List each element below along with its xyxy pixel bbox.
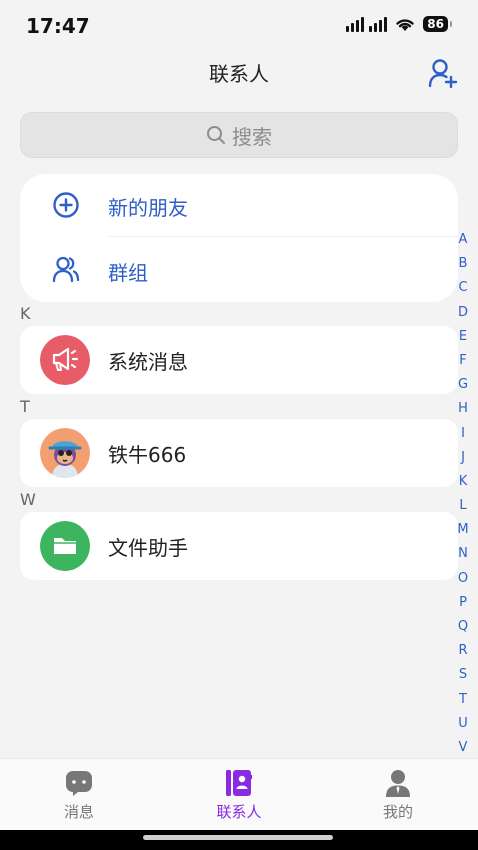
index-letter-j[interactable]: J	[461, 446, 465, 470]
wifi-icon	[396, 19, 414, 31]
index-letter-i[interactable]: I	[461, 422, 465, 446]
index-letter-r[interactable]: R	[458, 639, 467, 663]
contact-item-system-messages[interactable]: 系统消息	[20, 326, 458, 394]
section-header-w: W	[20, 490, 36, 509]
tab-label: 我的	[382, 803, 413, 821]
index-letter-q[interactable]: Q	[458, 615, 468, 639]
index-letter-s[interactable]: S	[459, 663, 467, 687]
bottom-tab-bar: 消息 联系人 我的	[0, 758, 478, 830]
page-title: 联系人	[209, 62, 269, 86]
contact-name: 系统消息	[108, 349, 188, 374]
signal-icon	[346, 16, 388, 32]
index-letter-k[interactable]: K	[459, 470, 468, 494]
shortcut-card: 新的朋友 群组	[20, 174, 458, 302]
index-letter-o[interactable]: O	[458, 567, 468, 591]
search-bar[interactable]: 搜索	[20, 112, 458, 158]
alphabet-index-bar[interactable]: ABCDEFGHIJKLMNOPQRSTUV	[456, 228, 470, 760]
tab-label: 消息	[63, 803, 94, 821]
index-letter-u[interactable]: U	[458, 712, 468, 736]
status-indicators: 86	[346, 16, 452, 32]
tab-messages[interactable]: 消息	[19, 769, 139, 822]
search-placeholder: 搜索	[232, 124, 272, 149]
groups-item[interactable]: 群组	[20, 237, 458, 302]
index-letter-f[interactable]: F	[459, 349, 466, 373]
megaphone-avatar	[40, 335, 90, 385]
index-letter-n[interactable]: N	[458, 542, 468, 566]
index-letter-b[interactable]: B	[459, 252, 468, 276]
index-letter-m[interactable]: M	[457, 518, 468, 542]
groups-label: 群组	[108, 261, 148, 285]
contacts-book-icon	[226, 770, 252, 796]
battery-indicator: 86	[423, 16, 452, 32]
index-letter-g[interactable]: G	[458, 373, 468, 397]
status-time: 17:47	[26, 14, 90, 38]
plus-circle-icon	[53, 192, 79, 218]
cartoon-avatar-icon	[40, 428, 90, 478]
index-letter-e[interactable]: E	[459, 325, 467, 349]
index-letter-p[interactable]: P	[459, 591, 467, 615]
search-icon	[207, 126, 225, 144]
index-letter-l[interactable]: L	[459, 494, 466, 518]
status-bar: 17:47 86	[0, 0, 478, 52]
megaphone-icon	[40, 335, 90, 385]
index-letter-t[interactable]: T	[459, 688, 467, 712]
folder-avatar	[40, 521, 90, 571]
contact-name: 铁牛666	[108, 442, 187, 467]
section-header-t: T	[20, 397, 30, 416]
index-letter-h[interactable]: H	[458, 397, 468, 421]
home-indicator-area	[0, 830, 478, 850]
add-contact-button[interactable]	[428, 58, 458, 90]
index-letter-a[interactable]: A	[459, 228, 468, 252]
contact-name: 文件助手	[108, 535, 188, 560]
index-letter-v[interactable]: V	[459, 736, 468, 760]
contact-item-tieniu[interactable]: 铁牛666	[20, 419, 458, 487]
group-icon	[52, 256, 80, 283]
new-friends-item[interactable]: 新的朋友	[20, 174, 458, 236]
contact-item-file-assistant[interactable]: 文件助手	[20, 512, 458, 580]
person-icon	[386, 770, 410, 797]
user-photo-avatar	[40, 428, 90, 478]
chat-icon	[66, 771, 92, 796]
new-friends-label: 新的朋友	[108, 196, 188, 220]
index-letter-c[interactable]: C	[458, 276, 467, 300]
tab-profile[interactable]: 我的	[338, 769, 458, 822]
add-user-icon	[428, 59, 458, 89]
folder-icon	[40, 521, 90, 571]
home-indicator[interactable]	[143, 835, 333, 840]
tab-label: 联系人	[216, 803, 262, 821]
section-header-k: K	[20, 304, 31, 323]
index-letter-d[interactable]: D	[458, 301, 468, 325]
tab-contacts[interactable]: 联系人	[179, 769, 299, 822]
